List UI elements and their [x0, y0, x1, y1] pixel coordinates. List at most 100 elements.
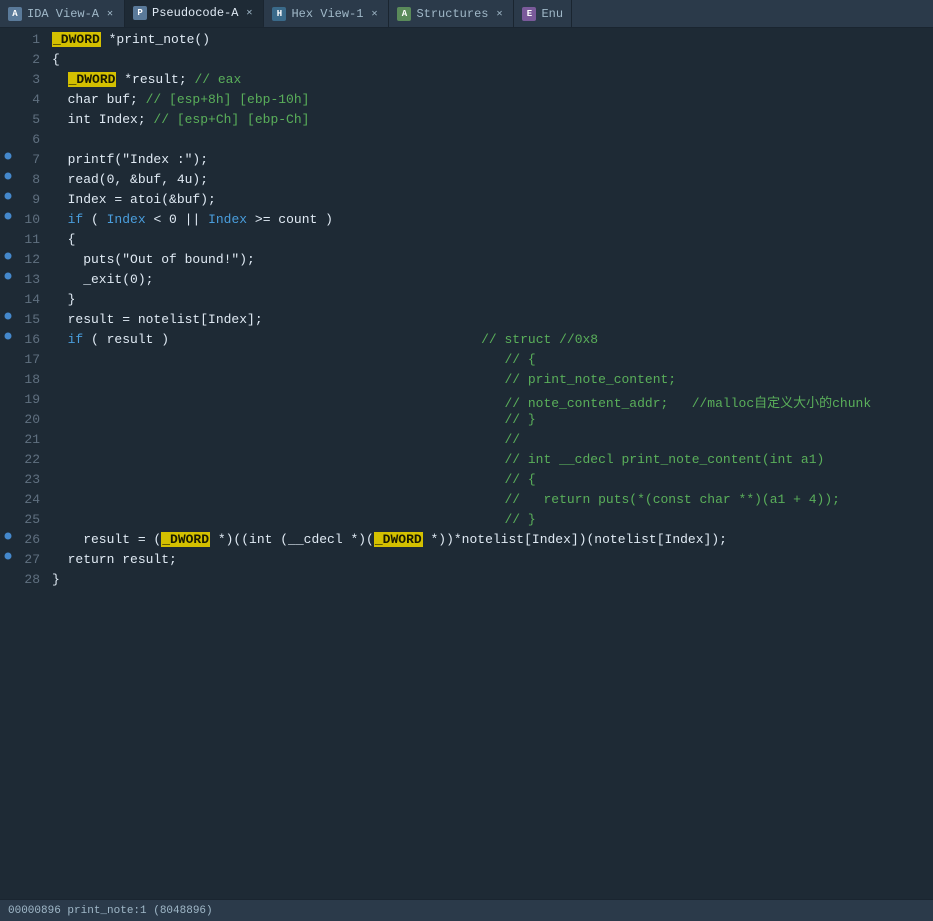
main-content: 1_DWORD *print_note()2{3 _DWORD *result;… [0, 28, 933, 899]
tab-structures[interactable]: A Structures ✕ [389, 0, 514, 27]
line-dot [0, 332, 16, 340]
code-line: 22 // int __cdecl print_note_content(int… [0, 452, 933, 472]
code-line: 11 { [0, 232, 933, 252]
line-content: { [48, 52, 933, 67]
line-number: 19 [16, 392, 48, 407]
tab-icon-pseudocode-a: P [133, 6, 147, 20]
line-content: { [48, 232, 933, 247]
code-line: 24 // return puts(*(const char **)(a1 + … [0, 492, 933, 512]
code-line: 10 if ( Index < 0 || Index >= count ) [0, 212, 933, 232]
line-number: 16 [16, 332, 48, 347]
tab-label-hex-view-1: Hex View-1 [291, 7, 363, 21]
tab-pseudocode-a[interactable]: P Pseudocode-A ✕ [125, 0, 264, 27]
code-line: 2{ [0, 52, 933, 72]
code-area[interactable]: 1_DWORD *print_note()2{3 _DWORD *result;… [0, 28, 933, 899]
line-number: 4 [16, 92, 48, 107]
code-line: 26 result = (_DWORD *)((int (__cdecl *)(… [0, 532, 933, 552]
line-number: 3 [16, 72, 48, 87]
tab-icon-structures: A [397, 7, 411, 21]
line-content: printf("Index :"); [48, 152, 933, 167]
code-line: 20 // } [0, 412, 933, 432]
tab-icon-hex-view-1: H [272, 7, 286, 21]
code-line: 27 return result; [0, 552, 933, 572]
tab-icon-ida-view-a: A [8, 7, 22, 21]
code-line: 5 int Index; // [esp+Ch] [ebp-Ch] [0, 112, 933, 132]
line-number: 8 [16, 172, 48, 187]
line-number: 12 [16, 252, 48, 267]
tab-close-pseudocode-a[interactable]: ✕ [243, 7, 255, 19]
line-number: 14 [16, 292, 48, 307]
tab-label-enumerations: Enu [541, 7, 563, 21]
line-number: 24 [16, 492, 48, 507]
line-content: // { [48, 472, 933, 487]
line-dot [0, 552, 16, 560]
line-number: 15 [16, 312, 48, 327]
line-number: 1 [16, 32, 48, 47]
code-line: 19 // note_content_addr; //malloc自定义大小的c… [0, 392, 933, 412]
line-number: 22 [16, 452, 48, 467]
line-number: 27 [16, 552, 48, 567]
line-content: _DWORD *result; // eax [48, 72, 933, 87]
code-line: 23 // { [0, 472, 933, 492]
tab-hex-view-1[interactable]: H Hex View-1 ✕ [264, 0, 389, 27]
code-line: 1_DWORD *print_note() [0, 32, 933, 52]
line-dot [0, 532, 16, 540]
code-line: 25 // } [0, 512, 933, 532]
line-number: 25 [16, 512, 48, 527]
tab-label-ida-view-a: IDA View-A [27, 7, 99, 21]
code-line: 7 printf("Index :"); [0, 152, 933, 172]
line-number: 13 [16, 272, 48, 287]
line-content: read(0, &buf, 4u); [48, 172, 933, 187]
tab-enumerations[interactable]: EEnu [514, 0, 572, 27]
code-line: 3 _DWORD *result; // eax [0, 72, 933, 92]
tab-close-ida-view-a[interactable]: ✕ [104, 8, 116, 20]
line-content: int Index; // [esp+Ch] [ebp-Ch] [48, 112, 933, 127]
line-dot [0, 312, 16, 320]
code-line: 21 // [0, 432, 933, 452]
line-number: 10 [16, 212, 48, 227]
code-line: 14 } [0, 292, 933, 312]
line-dot [0, 272, 16, 280]
code-line: 12 puts("Out of bound!"); [0, 252, 933, 272]
tab-label-pseudocode-a: Pseudocode-A [152, 6, 238, 20]
line-content: // [48, 432, 933, 447]
status-text: 00000896 print_note:1 (8048896) [8, 905, 213, 917]
line-dot [0, 152, 16, 160]
line-content: if ( Index < 0 || Index >= count ) [48, 212, 933, 227]
line-number: 17 [16, 352, 48, 367]
line-number: 23 [16, 472, 48, 487]
line-dot [0, 252, 16, 260]
tab-close-hex-view-1[interactable]: ✕ [368, 8, 380, 20]
line-content: Index = atoi(&buf); [48, 192, 933, 207]
tab-close-structures[interactable]: ✕ [493, 8, 505, 20]
line-content: // int __cdecl print_note_content(int a1… [48, 452, 933, 467]
line-content: // print_note_content; [48, 372, 933, 387]
line-content: } [48, 572, 933, 587]
line-dot [0, 212, 16, 220]
line-number: 5 [16, 112, 48, 127]
line-number: 20 [16, 412, 48, 427]
line-number: 9 [16, 192, 48, 207]
line-content: // } [48, 412, 933, 427]
line-number: 28 [16, 572, 48, 587]
line-number: 6 [16, 132, 48, 147]
line-content: // { [48, 352, 933, 367]
line-content: // note_content_addr; //malloc自定义大小的chun… [48, 392, 933, 411]
line-content: result = notelist[Index]; [48, 312, 933, 327]
code-line: 6 [0, 132, 933, 152]
code-line: 15 result = notelist[Index]; [0, 312, 933, 332]
line-content: } [48, 292, 933, 307]
line-number: 7 [16, 152, 48, 167]
line-content: char buf; // [esp+8h] [ebp-10h] [48, 92, 933, 107]
line-number: 2 [16, 52, 48, 67]
code-line: 17 // { [0, 352, 933, 372]
line-dot [0, 192, 16, 200]
line-content: _exit(0); [48, 272, 933, 287]
line-number: 26 [16, 532, 48, 547]
code-line: 8 read(0, &buf, 4u); [0, 172, 933, 192]
code-line: 13 _exit(0); [0, 272, 933, 292]
tab-label-structures: Structures [416, 7, 488, 21]
code-line: 28} [0, 572, 933, 592]
line-content: _DWORD *print_note() [48, 32, 933, 47]
tab-ida-view-a[interactable]: A IDA View-A ✕ [0, 0, 125, 27]
